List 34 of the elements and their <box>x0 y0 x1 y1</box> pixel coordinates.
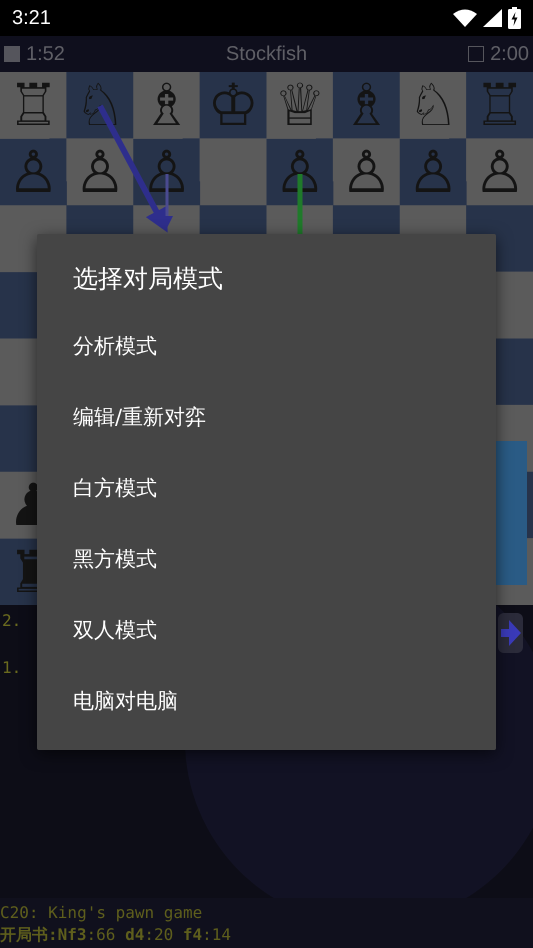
chess-piece[interactable]: ♙ <box>340 142 392 201</box>
chess-piece[interactable]: ♕ <box>274 76 326 134</box>
engine-name: Stockfish <box>224 42 308 66</box>
mode-option[interactable]: 电脑对电脑 <box>73 686 178 757</box>
chess-piece[interactable]: ♔ <box>207 76 260 134</box>
chess-piece[interactable]: ♙ <box>140 142 193 201</box>
chess-piece[interactable]: ♗ <box>140 76 193 134</box>
chess-piece[interactable]: ♖ <box>474 76 526 134</box>
chess-piece[interactable]: ♙ <box>407 142 460 201</box>
battery-icon <box>508 7 521 29</box>
chess-piece[interactable]: ♙ <box>74 142 126 201</box>
chess-piece[interactable]: ♙ <box>274 142 326 201</box>
mode-option[interactable]: 分析模式 <box>73 331 157 402</box>
signal-icon <box>483 9 502 27</box>
wifi-icon <box>453 9 477 27</box>
book-moves: 开局书:Nf3:66 d4:20 f4:14 <box>0 924 232 946</box>
move-text: 2. <box>2 611 22 630</box>
opening-name: C20: King's pawn game <box>0 902 202 924</box>
chess-piece[interactable]: ♙ <box>7 142 60 201</box>
chess-piece[interactable]: ♗ <box>340 76 392 134</box>
chess-piece[interactable]: ♘ <box>407 76 460 134</box>
clock-time: 1:52 <box>26 42 65 66</box>
mode-option[interactable]: 双人模式 <box>73 615 157 686</box>
mode-option[interactable]: 编辑/重新对弈 <box>73 402 206 473</box>
right-arrow-icon <box>500 620 520 646</box>
next-button[interactable] <box>498 613 523 653</box>
move-text: 1. <box>2 658 22 677</box>
mode-option[interactable]: 白方模式 <box>73 473 157 544</box>
chess-piece[interactable]: ♖ <box>7 76 60 134</box>
mode-option[interactable]: 黑方模式 <box>73 544 157 615</box>
clock-time: 2:00 <box>490 42 529 66</box>
status-time: 3:21 <box>12 6 51 30</box>
chess-piece[interactable]: ♙ <box>474 142 526 201</box>
dialog-title: 选择对局模式 <box>73 263 223 295</box>
